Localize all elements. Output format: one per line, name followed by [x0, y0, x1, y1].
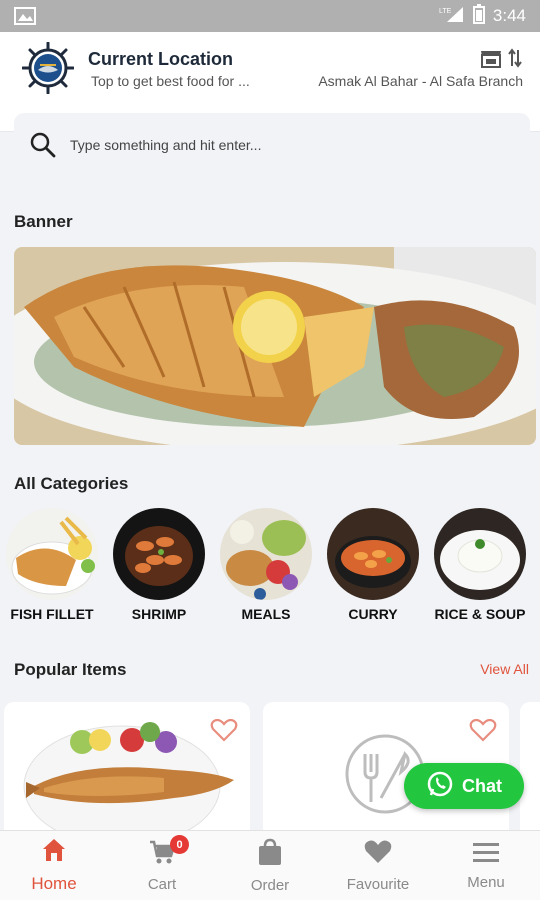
brand-logo — [21, 41, 75, 95]
battery-icon — [472, 3, 485, 29]
popular-item-card[interactable] — [4, 702, 250, 842]
current-location-title[interactable]: Current Location — [88, 49, 233, 70]
nav-menu-label: Menu — [467, 873, 505, 891]
favorite-heart-icon[interactable] — [210, 718, 238, 747]
nav-favourite[interactable]: Favourite — [324, 831, 432, 900]
nav-menu[interactable]: Menu — [432, 831, 540, 900]
whatsapp-chat-button[interactable]: Chat — [404, 763, 524, 809]
store-icon — [480, 48, 502, 73]
bottom-navigation: Home 0 Cart Order Favourite Menu — [0, 830, 540, 900]
category-image — [113, 508, 205, 600]
category-label: CURRY — [348, 606, 398, 622]
nav-cart[interactable]: 0 Cart — [108, 831, 216, 900]
clock: 3:44 — [492, 6, 526, 25]
category-item[interactable]: FISH FILLET — [0, 508, 104, 622]
bag-icon — [257, 838, 283, 871]
search-icon — [30, 132, 56, 158]
promo-banner[interactable] — [14, 247, 536, 445]
category-list: FISH FILLET SHRIMP MEALS CURRY RICE & SO… — [0, 508, 540, 623]
category-label: RICE & SOUP — [434, 606, 526, 622]
current-location-subtitle[interactable]: Top to get best food for ... — [91, 73, 250, 89]
category-image — [6, 508, 98, 600]
category-item[interactable]: RICE & SOUP — [428, 508, 532, 622]
whatsapp-icon — [426, 770, 454, 803]
branch-name[interactable]: Asmak Al Bahar - Al Safa Branch — [318, 73, 523, 89]
search-bar[interactable] — [14, 113, 530, 177]
category-label: SHRIMP — [131, 606, 187, 622]
popular-item-card[interactable] — [520, 702, 540, 842]
category-image — [220, 508, 312, 600]
sort-arrows-icon — [508, 48, 522, 73]
category-image — [434, 508, 526, 600]
category-item[interactable]: CURRY — [321, 508, 425, 622]
category-label: FISH FILLET — [10, 606, 94, 622]
gallery-notification-icon — [14, 7, 36, 25]
home-icon — [40, 837, 68, 868]
popular-section-title: Popular Items — [14, 660, 127, 679]
category-image — [327, 508, 419, 600]
branch-switch-button[interactable] — [480, 48, 522, 73]
view-all-link[interactable]: View All — [480, 661, 529, 677]
categories-section-title: All Categories — [14, 474, 129, 493]
category-item[interactable]: SHRIMP — [107, 508, 211, 622]
nav-home-label: Home — [31, 874, 77, 893]
cart-count-badge: 0 — [170, 835, 189, 854]
banner-section-title: Banner — [14, 212, 73, 231]
nav-cart-label: Cart — [147, 875, 177, 893]
favorite-heart-icon[interactable] — [469, 718, 497, 747]
lte-icon: LTE — [439, 5, 465, 28]
search-input[interactable] — [70, 137, 490, 153]
svg-text:LTE: LTE — [439, 8, 452, 15]
nav-order-label: Order — [250, 876, 290, 894]
nav-home[interactable]: Home — [0, 831, 108, 900]
status-bar: LTE 3:44 — [0, 0, 540, 32]
menu-icon — [472, 841, 500, 868]
nav-order[interactable]: Order — [216, 831, 324, 900]
chat-label: Chat — [462, 775, 502, 796]
category-label: MEALS — [241, 606, 291, 622]
category-item[interactable]: MEALS — [214, 508, 318, 622]
nav-favourite-label: Favourite — [346, 875, 410, 893]
heart-icon — [363, 839, 393, 870]
